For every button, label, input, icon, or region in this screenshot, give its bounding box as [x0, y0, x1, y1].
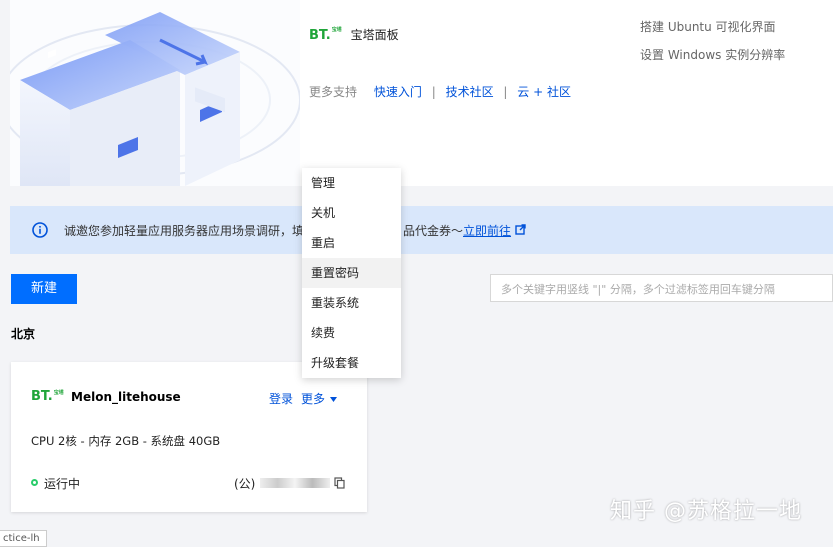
product-title: BT.宝塔 宝塔面板: [309, 26, 399, 43]
app-image-card: BT.宝塔 宝塔面板 更多支持 快速入门 | 技术社区 | 云 + 社区 搭建 …: [10, 0, 833, 186]
caret-down-icon: [329, 397, 337, 402]
menu-item-reset-password[interactable]: 重置密码: [302, 258, 401, 288]
menu-item-shutdown[interactable]: 关机: [302, 198, 401, 228]
divider: |: [503, 85, 508, 99]
region-label: 北京: [11, 327, 36, 341]
more-label: 更多: [301, 392, 326, 406]
doc-link-windows[interactable]: 设置 Windows 实例分辨率: [640, 46, 785, 63]
instance-status: 运行中: [44, 477, 81, 491]
menu-item-manage[interactable]: 管理: [302, 168, 401, 198]
quick-start-link[interactable]: 快速入门: [374, 85, 422, 99]
bt-logo: BT.宝塔: [309, 27, 342, 43]
external-link-icon[interactable]: [515, 224, 526, 235]
more-actions-menu: 管理 关机 重启 重置密码 重装系统 续费 升级套餐: [302, 168, 401, 378]
notice-text: 诚邀您参加轻量应用服务器应用场景调研，填: [64, 224, 305, 238]
instance-specs: CPU 2核 - 内存 2GB - 系统盘 40GB: [31, 434, 221, 448]
copy-icon[interactable]: [334, 477, 345, 489]
search-input[interactable]: 多个关键字用竖线 "|" 分隔，多个过滤标签用回车键分隔: [490, 274, 833, 302]
doc-link-ubuntu[interactable]: 搭建 Ubuntu 可视化界面: [640, 18, 776, 35]
menu-item-restart[interactable]: 重启: [302, 228, 401, 258]
divider: |: [431, 85, 436, 99]
tech-community-link[interactable]: 技术社区: [446, 85, 494, 99]
bt-logo: BT.宝塔: [31, 389, 64, 404]
notice-go-link[interactable]: 立即前往: [463, 222, 511, 239]
new-instance-button[interactable]: 新建: [11, 274, 77, 304]
info-icon: [32, 222, 48, 238]
running-status-icon: [31, 479, 38, 486]
login-link[interactable]: 登录: [269, 390, 293, 407]
instance-name[interactable]: Melon_litehouse: [71, 390, 181, 404]
product-name: 宝塔面板: [350, 28, 399, 42]
cloud-community-link[interactable]: 云 + 社区: [517, 85, 571, 99]
more-support-label: 更多支持: [309, 85, 358, 99]
public-ip-label: (公): [234, 477, 256, 491]
watermark: 知乎 @苏格拉一地: [610, 499, 802, 524]
notice-text-tail: 品代金券～: [403, 224, 464, 238]
blurred-ip: [260, 478, 330, 488]
menu-item-upgrade[interactable]: 升级套餐: [302, 348, 401, 378]
hero-illustration: [10, 0, 300, 186]
search-placeholder: 多个关键字用竖线 "|" 分隔，多个过滤标签用回车键分隔: [501, 283, 775, 296]
survey-notice: 诚邀您参加轻量应用服务器应用场景调研，填 品代金券～ 立即前往: [10, 206, 833, 254]
menu-item-reinstall[interactable]: 重装系统: [302, 288, 401, 318]
instance-card[interactable]: BT.宝塔 Melon_litehouse 登录 更多 CPU 2核 - 内存 …: [11, 362, 367, 512]
tag-chip[interactable]: ctice-lh: [0, 530, 47, 547]
support-links: 更多支持 快速入门 | 技术社区 | 云 + 社区: [309, 83, 571, 100]
menu-item-renew[interactable]: 续费: [302, 318, 401, 348]
more-dropdown[interactable]: 更多: [301, 390, 338, 407]
